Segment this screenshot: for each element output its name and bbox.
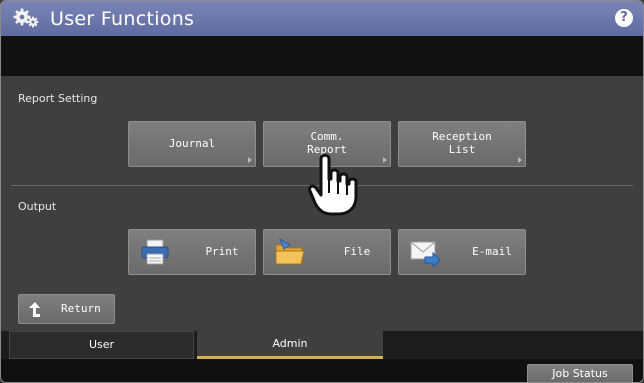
help-button[interactable]: ? [615, 9, 633, 27]
triangle-icon [248, 157, 252, 163]
output-label: Output [18, 200, 57, 213]
folder-icon [275, 237, 305, 265]
tab-user[interactable]: User [9, 331, 194, 359]
tab-admin[interactable]: Admin [197, 331, 383, 359]
job-status-button[interactable]: Job Status [527, 364, 633, 382]
print-button-label: Print [205, 245, 239, 258]
triangle-icon [383, 157, 387, 163]
return-arrow-icon [29, 302, 40, 317]
title-bar: User Functions ? [1, 1, 643, 36]
email-button[interactable]: E-mail [398, 229, 526, 275]
printer-icon [141, 239, 169, 265]
triangle-icon [518, 157, 522, 163]
email-button-label: E-mail [472, 245, 512, 258]
reception-list-button-label: Reception List [432, 130, 492, 156]
return-button-label: Return [61, 302, 101, 315]
return-button[interactable]: Return [18, 294, 115, 324]
file-button[interactable]: File [263, 229, 391, 275]
journal-button-label: Journal [168, 137, 216, 150]
journal-button[interactable]: Journal [128, 121, 256, 167]
email-icon [410, 241, 441, 267]
tab-bar: User Admin [1, 331, 643, 359]
hand-pointer-icon [308, 153, 358, 216]
file-button-label: File [343, 245, 371, 258]
reception-list-button[interactable]: Reception List [398, 121, 526, 167]
print-button[interactable]: Print [128, 229, 256, 275]
page-title: User Functions [50, 8, 195, 30]
report-setting-label: Report Setting [18, 92, 98, 105]
message-band [1, 36, 643, 76]
window: User Functions ? Report Setting Journal … [0, 0, 644, 383]
gears-icon [13, 8, 39, 28]
